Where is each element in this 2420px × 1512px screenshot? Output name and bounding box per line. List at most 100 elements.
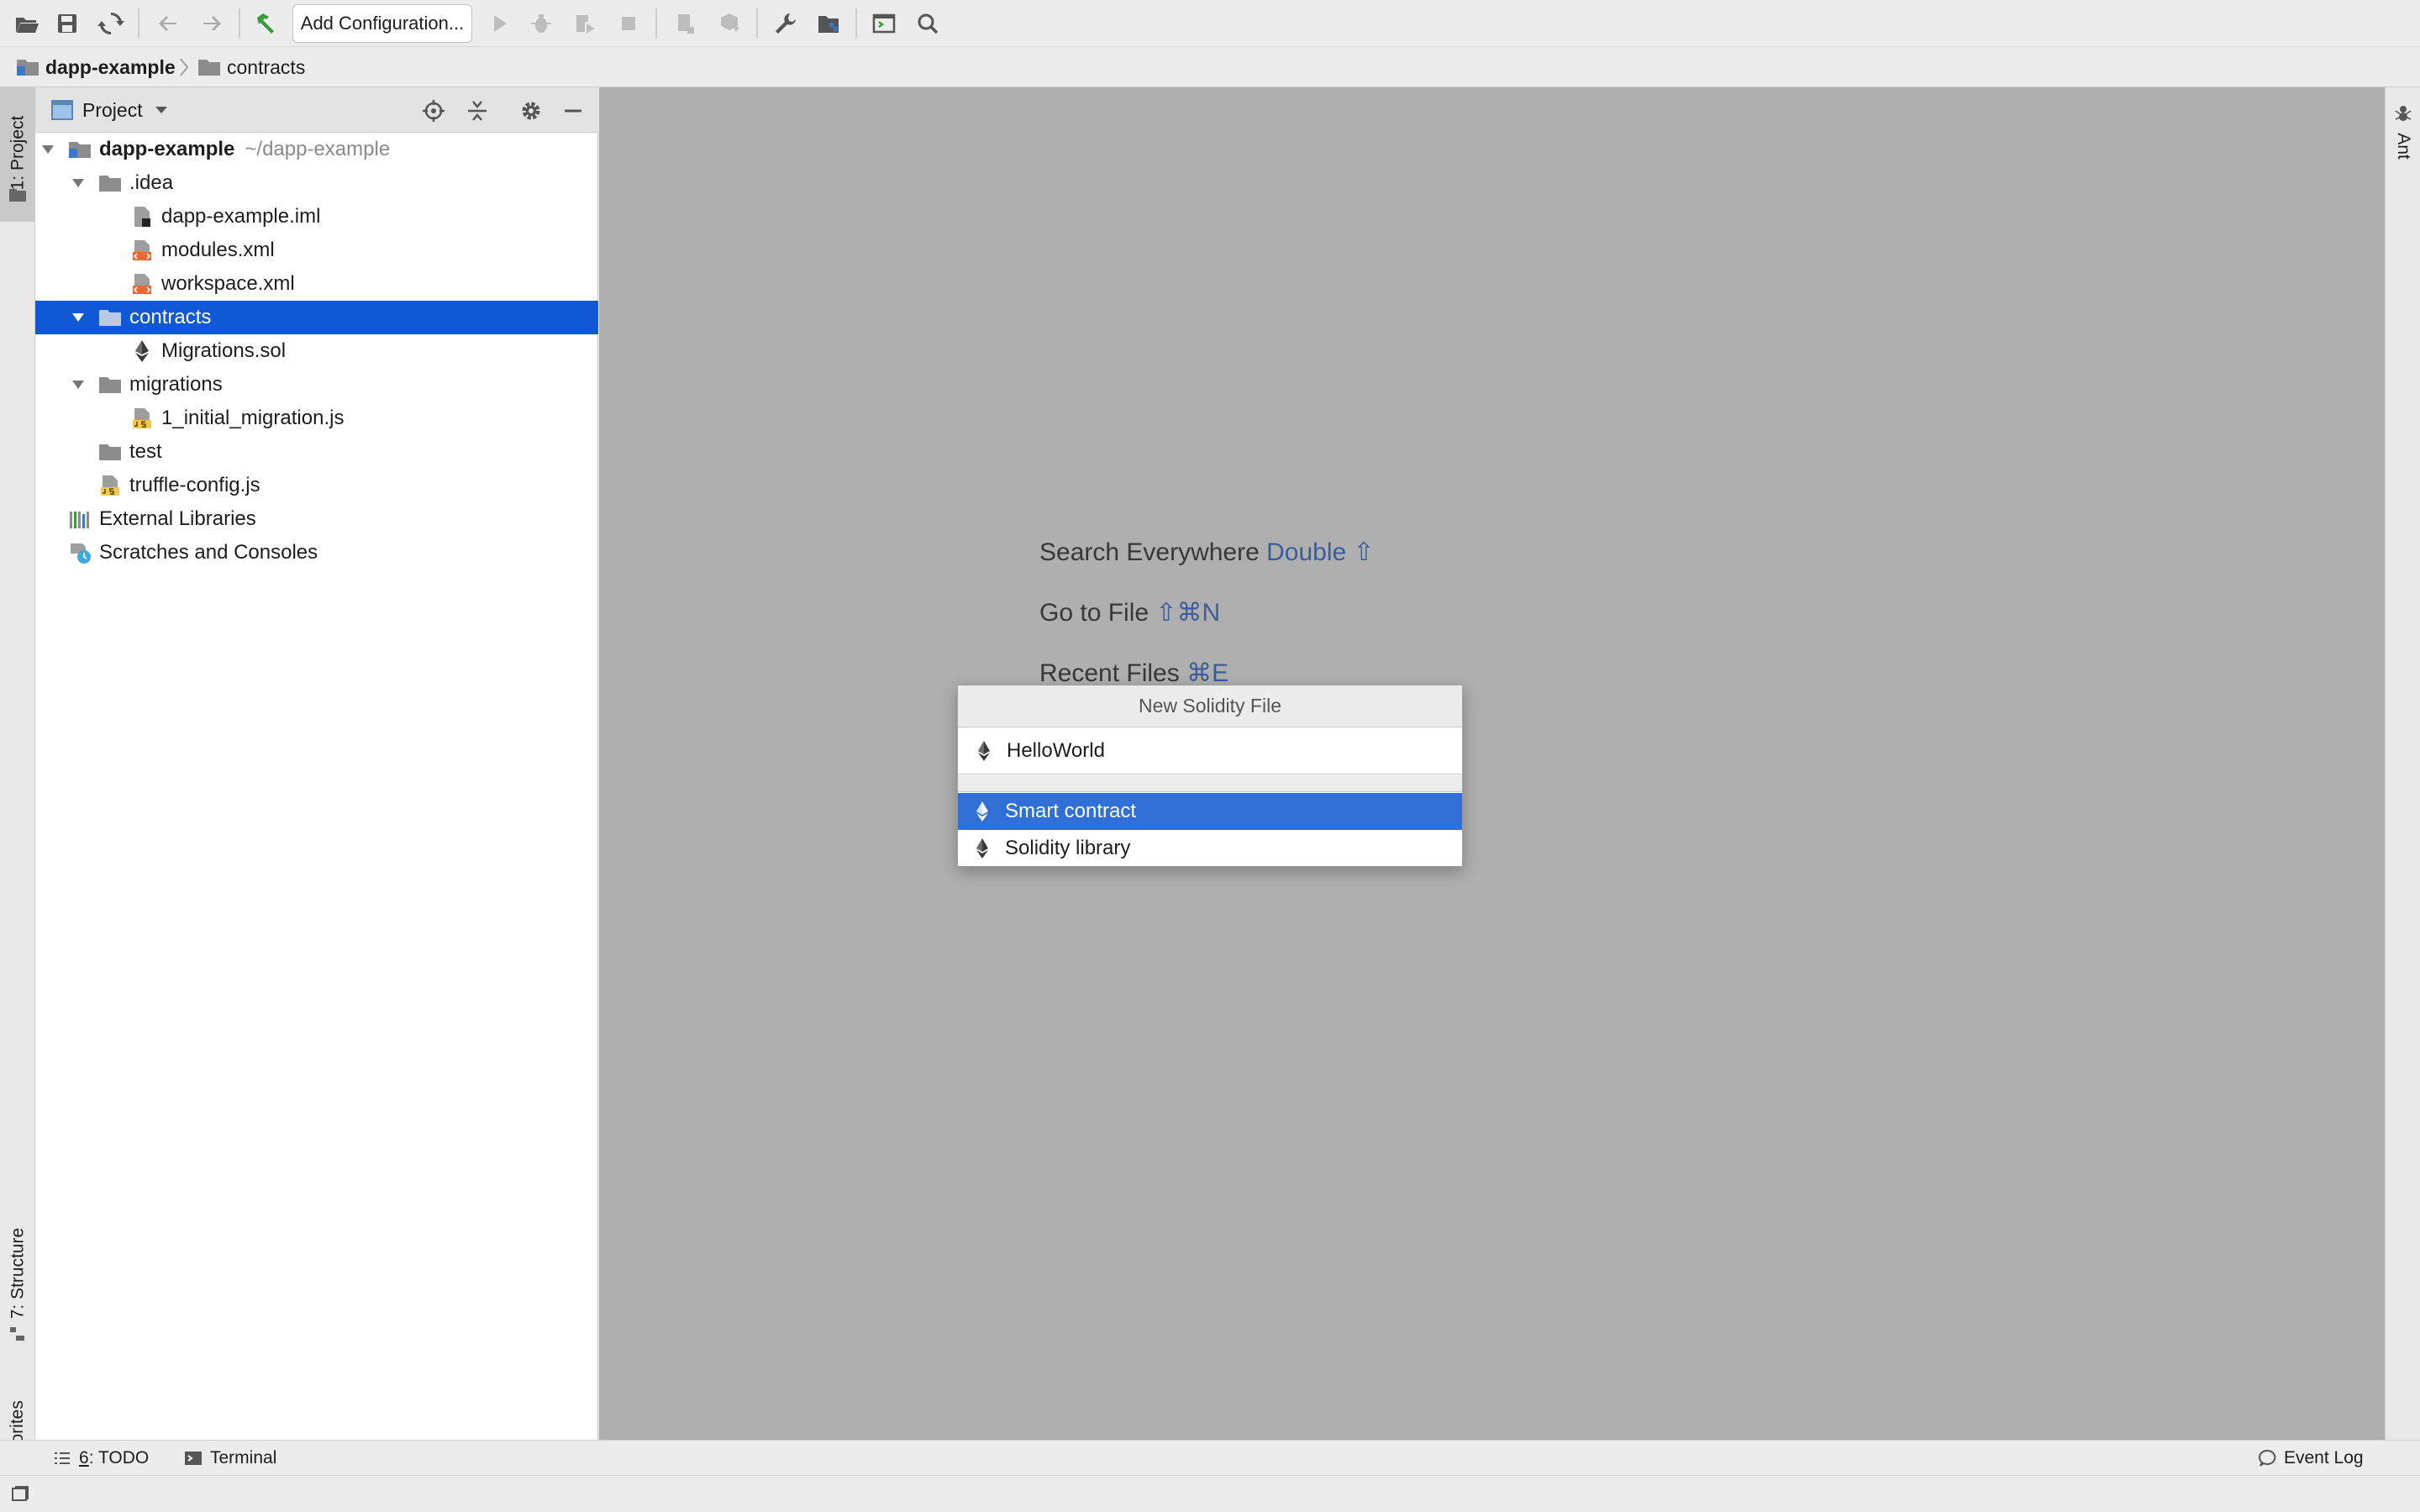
- tree-label: migrations: [129, 373, 223, 396]
- gear-icon[interactable]: [516, 96, 546, 126]
- open-folder-icon[interactable]: [10, 7, 44, 40]
- chevron-right-icon: [180, 58, 189, 76]
- ethereum-icon: [976, 838, 988, 858]
- build-hammer-icon[interactable]: [249, 7, 282, 40]
- tree-node-contracts[interactable]: contracts: [35, 301, 598, 334]
- tab-todo[interactable]: 6: TODO: [52, 1441, 149, 1476]
- expand-arrow-icon[interactable]: [67, 374, 89, 396]
- js-file-icon: [129, 406, 155, 431]
- save-icon[interactable]: [50, 7, 84, 40]
- expand-arrow-icon[interactable]: [67, 307, 89, 328]
- tree-node-test[interactable]: test: [35, 435, 598, 469]
- new-solidity-file-dialog: New Solidity File Smart contract Solidit…: [957, 685, 1463, 867]
- tree-node-migrations-sol[interactable]: Migrations.sol: [35, 334, 598, 368]
- iml-file-icon: [129, 204, 155, 229]
- project-view-icon: [51, 100, 73, 120]
- toolbar-separator: [138, 8, 139, 39]
- right-tool-strip: Ant: [2385, 87, 2420, 1440]
- ide-window: Add Configuration... dapp-example contra…: [0, 0, 2420, 1512]
- tab-project[interactable]: 1: Project: [0, 87, 35, 222]
- tree-label: Migrations.sol: [161, 339, 287, 362]
- tab-event-log[interactable]: Event Log: [2257, 1441, 2364, 1476]
- project-view-selector[interactable]: Project: [50, 87, 178, 133]
- terminal-icon: [185, 1452, 202, 1465]
- add-configuration-button[interactable]: Add Configuration...: [292, 4, 472, 43]
- breadcrumb-folder-label: contracts: [227, 55, 306, 78]
- left-tool-strip: 1: Project 7: Structure 2: Favorites: [0, 87, 35, 1504]
- run-with-coverage-icon[interactable]: [568, 7, 602, 40]
- deploy-icon[interactable]: [713, 7, 746, 40]
- tree-node-truffle-config[interactable]: truffle-config.js: [35, 469, 598, 502]
- tab-terminal-label: Terminal: [210, 1448, 277, 1467]
- toggle-tool-windows-icon[interactable]: [10, 1484, 30, 1504]
- search-everywhere-hint: Search Everywhere Double ⇧: [1039, 538, 1375, 567]
- option-label: Solidity library: [1005, 837, 1131, 859]
- file-name-input[interactable]: [1007, 738, 1444, 763]
- search-icon[interactable]: [911, 7, 944, 40]
- project-structure-icon[interactable]: [812, 7, 845, 40]
- settings-wrench-icon[interactable]: [768, 7, 802, 40]
- js-file-icon: [97, 473, 123, 498]
- folder-icon: [198, 60, 220, 76]
- tab-ant-label: Ant: [2394, 133, 2413, 160]
- sync-icon[interactable]: [94, 7, 128, 40]
- tree-node-scratches[interactable]: Scratches and Consoles: [35, 536, 598, 570]
- option-smart-contract[interactable]: Smart contract: [958, 793, 1462, 830]
- scratches-icon: [67, 540, 92, 565]
- tab-ant[interactable]: Ant: [2386, 96, 2420, 171]
- hint-label: Recent Files: [1039, 659, 1180, 687]
- file-name-field[interactable]: [958, 727, 1462, 774]
- breadcrumb-project-label: dapp-example: [45, 55, 176, 78]
- dialog-divider: [958, 775, 1462, 792]
- toolbar-separator: [239, 8, 240, 39]
- collapse-all-icon[interactable]: [462, 96, 492, 126]
- attach-debugger-icon[interactable]: [669, 7, 702, 40]
- ethereum-icon: [978, 740, 990, 761]
- tree-node-modules[interactable]: modules.xml: [35, 234, 598, 267]
- project-folder-icon: [67, 137, 92, 162]
- tree-node-root[interactable]: dapp-example ~/dapp-example: [35, 133, 598, 166]
- expand-arrow-icon[interactable]: [37, 139, 59, 160]
- hint-label: Go to File: [1039, 599, 1150, 627]
- option-solidity-library[interactable]: Solidity library: [958, 830, 1462, 867]
- expand-arrow-icon[interactable]: [67, 172, 89, 194]
- tree-label: Scratches and Consoles: [99, 541, 318, 564]
- option-label: Smart contract: [1005, 800, 1137, 822]
- back-arrow-icon[interactable]: [151, 7, 185, 40]
- tree-label: workspace.xml: [161, 272, 295, 295]
- run-icon[interactable]: [482, 7, 516, 40]
- forward-arrow-icon[interactable]: [195, 7, 229, 40]
- folder-icon: [97, 439, 123, 465]
- speech-bubble-icon: [2258, 1449, 2276, 1467]
- folder-icon: [97, 171, 123, 196]
- tab-terminal[interactable]: Terminal: [183, 1441, 276, 1476]
- xml-file-icon: [129, 238, 155, 263]
- hide-panel-icon[interactable]: [558, 96, 588, 126]
- status-bar: [0, 1475, 2420, 1512]
- hint-label: Search Everywhere: [1039, 538, 1260, 566]
- locate-target-icon[interactable]: [418, 96, 449, 126]
- breadcrumb-project[interactable]: dapp-example: [15, 47, 176, 87]
- tree-root-path: ~/dapp-example: [245, 138, 391, 160]
- project-tool-window: Project dapp-example ~/dapp-example .ide…: [35, 87, 598, 1440]
- tree-label: truffle-config.js: [129, 474, 260, 496]
- tree-node-initial-migration[interactable]: 1_initial_migration.js: [35, 402, 598, 435]
- stop-icon[interactable]: [612, 7, 645, 40]
- tree-node-migrations[interactable]: migrations: [35, 368, 598, 402]
- terminal-window-icon[interactable]: [867, 7, 901, 40]
- project-folder-icon: [17, 60, 39, 76]
- tree-node-external-libraries[interactable]: External Libraries: [35, 502, 598, 536]
- libraries-icon: [67, 507, 92, 532]
- tree-label: test: [129, 440, 162, 463]
- debug-icon[interactable]: [524, 7, 558, 40]
- editor-area: Search Everywhere Double ⇧ Go to File ⇧⌘…: [599, 87, 2385, 1440]
- tree-root-label: dapp-example: [99, 138, 235, 160]
- list-icon: [55, 1452, 70, 1464]
- breadcrumb-folder[interactable]: contracts: [197, 47, 305, 87]
- tree-label: modules.xml: [161, 239, 275, 261]
- tree-node-workspace[interactable]: workspace.xml: [35, 267, 598, 301]
- tree-label: .idea: [129, 171, 174, 194]
- tree-node-idea[interactable]: .idea: [35, 166, 598, 200]
- xml-file-icon: [129, 271, 155, 297]
- tree-node-iml[interactable]: dapp-example.iml: [35, 200, 598, 234]
